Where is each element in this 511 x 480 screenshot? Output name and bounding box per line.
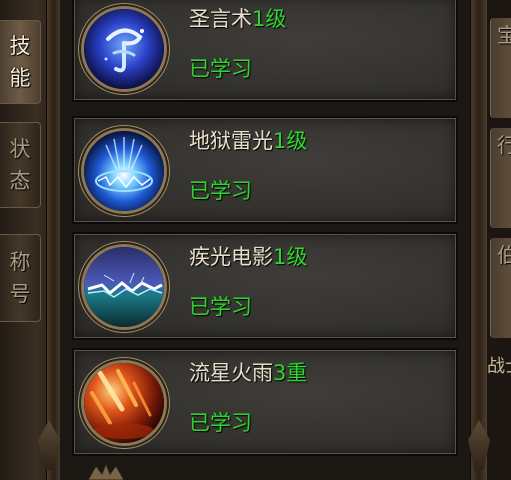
skill-learned-status: 已学习: [189, 295, 252, 319]
right-tab-3-label: 伯: [497, 243, 511, 267]
skill-name: 疾光电影: [189, 245, 273, 269]
tab-skills[interactable]: 技 能: [0, 20, 41, 104]
skill-title: 圣言术1级: [189, 4, 286, 34]
right-tab-2[interactable]: 行: [490, 128, 511, 228]
frame-ornament: [87, 462, 125, 480]
tab-title-char-2: 号: [9, 282, 31, 306]
right-tab-2-label: 行: [497, 133, 511, 157]
right-frame-rail: [470, 0, 487, 480]
skill-title: 流星火雨3重: [189, 358, 307, 388]
skill-learned-status: 已学习: [189, 57, 252, 81]
hell-lightning-icon: [84, 131, 164, 211]
right-panel-text: 战士: [487, 356, 511, 377]
tab-status[interactable]: 状 态: [0, 122, 41, 208]
skill-title: 地狱雷光1级: [189, 126, 307, 156]
skill-title: 疾光电影1级: [189, 242, 307, 272]
skill-row[interactable]: 圣言术1级 已学习: [72, 0, 458, 102]
skill-level: 1级: [273, 245, 308, 269]
skill-level: 3重: [273, 361, 308, 385]
tab-title-char-1: 称: [9, 250, 31, 274]
right-tab-3[interactable]: 伯: [490, 238, 511, 338]
right-tab-1[interactable]: 宝: [490, 18, 511, 118]
skill-learned-status: 已学习: [189, 411, 252, 435]
skill-level: 1级: [252, 7, 287, 31]
skill-level: 1级: [273, 129, 308, 153]
tab-status-char-2: 态: [9, 169, 31, 193]
skill-name: 地狱雷光: [189, 129, 273, 153]
tab-status-char-1: 状: [9, 137, 31, 161]
right-tab-1-label: 宝: [497, 23, 511, 47]
skill-learned-status: 已学习: [189, 179, 252, 203]
skill-row[interactable]: 疾光电影1级 已学习: [72, 232, 458, 340]
swift-lightning-icon: [84, 247, 164, 327]
skill-row[interactable]: 流星火雨3重 已学习: [72, 348, 458, 456]
meteor-rain-icon: [84, 363, 164, 443]
skill-name: 圣言术: [189, 7, 252, 31]
tab-skills-char-2: 能: [9, 66, 31, 90]
tab-title[interactable]: 称 号: [0, 234, 41, 322]
skill-name: 流星火雨: [189, 361, 273, 385]
tab-skills-char-1: 技: [9, 34, 31, 58]
skill-row[interactable]: 地狱雷光1级 已学习: [72, 116, 458, 224]
holy-word-icon: [84, 9, 164, 89]
